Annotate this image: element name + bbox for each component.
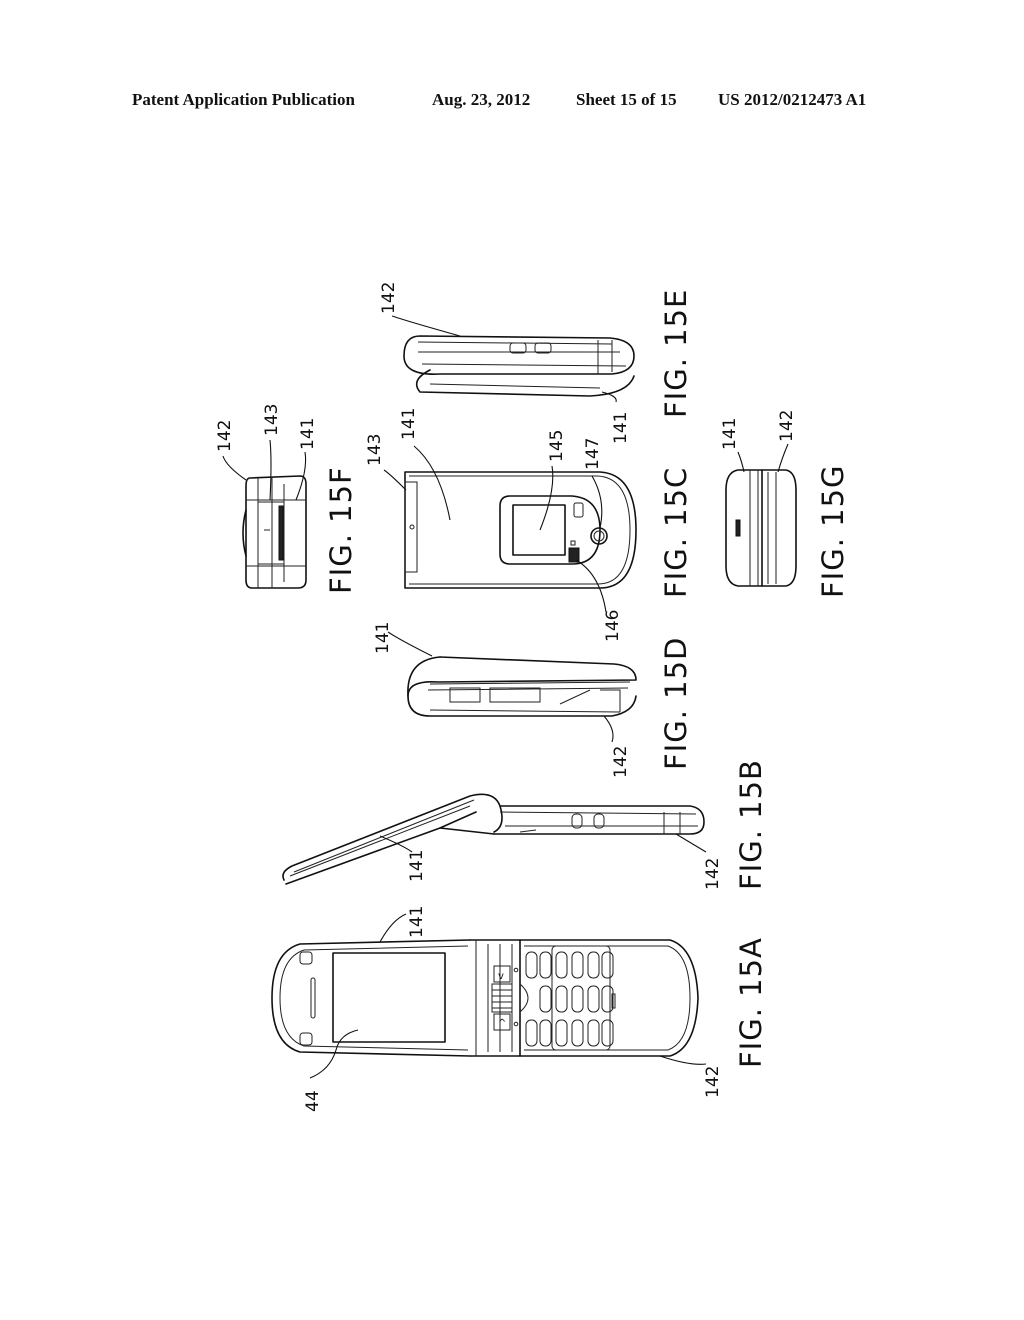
keypad-key xyxy=(571,1019,584,1047)
phone-open-side-view xyxy=(282,793,705,885)
ref-142-f: 142 xyxy=(215,420,247,481)
indicator-slot xyxy=(573,502,584,518)
svg-text:44: 44 xyxy=(303,1090,323,1112)
ref-142-g: 142 xyxy=(777,410,797,473)
keypad-key xyxy=(525,1019,538,1047)
ref-141-a: 141 xyxy=(379,906,427,943)
phone-side-view-e xyxy=(403,335,635,397)
lower-corner-key xyxy=(299,1032,313,1046)
svg-text:141: 141 xyxy=(720,418,740,450)
svg-text:145: 145 xyxy=(547,430,567,462)
svg-text:141: 141 xyxy=(373,622,393,654)
keypad-key xyxy=(587,951,600,979)
ref-141-b: 141 xyxy=(379,835,427,882)
ref-142-d: 142 xyxy=(603,715,631,778)
ref-141-d: 141 xyxy=(373,622,433,657)
keypad-key xyxy=(555,985,568,1013)
svg-text:142: 142 xyxy=(611,746,631,778)
ref-145-c: 145 xyxy=(539,430,567,531)
patent-drawing-sheet: 142 143 141 FIG. 15F 143 141 145 147 146… xyxy=(215,282,850,1112)
figure-15e: 142 141 FIG. 15E xyxy=(379,282,693,444)
figure-15c: 143 141 145 147 146 FIG. 15C xyxy=(365,408,693,642)
figure-15b: 141 142 FIG. 15B xyxy=(282,759,768,890)
svg-text:142: 142 xyxy=(215,420,235,452)
keypad-key xyxy=(601,1019,614,1047)
svg-text:v: v xyxy=(498,971,504,982)
keypad-key xyxy=(525,951,538,979)
svg-text:142: 142 xyxy=(379,282,399,314)
sub-display-145 xyxy=(512,504,566,556)
svg-text:146: 146 xyxy=(603,610,623,642)
phone-tip-end-view xyxy=(725,469,797,587)
keypad-key xyxy=(539,951,552,979)
figure-15f: 142 143 141 FIG. 15F xyxy=(215,404,358,594)
svg-text:141: 141 xyxy=(399,408,419,440)
ref-141-c: 141 xyxy=(399,408,451,521)
keypad-key xyxy=(539,985,552,1013)
figure-label-15d: FIG. 15D xyxy=(659,637,693,770)
svg-text:142: 142 xyxy=(703,1066,723,1098)
figure-15d: 141 142 FIG. 15D xyxy=(373,622,693,778)
ref-146-c: 146 xyxy=(575,559,623,642)
keypad-key xyxy=(587,1019,600,1047)
upper-housing-141 xyxy=(271,939,471,1057)
figure-label-15a: FIG. 15A xyxy=(734,937,768,1068)
ref-142-e: 142 xyxy=(379,282,461,337)
main-display-44 xyxy=(332,952,446,1043)
keypad-key xyxy=(601,985,614,1013)
ref-147-c: 147 xyxy=(583,438,603,529)
keypad-keys xyxy=(525,951,614,1047)
keypad-key xyxy=(587,985,600,1013)
figure-label-15g: FIG. 15G xyxy=(816,464,850,598)
ref-141-g: 141 xyxy=(720,418,745,473)
keypad-key xyxy=(539,1019,552,1047)
sub-display-panel xyxy=(499,495,608,565)
phone-hinge-end-view xyxy=(242,475,307,589)
ref-141-f: 141 xyxy=(295,418,318,501)
earpiece-slot xyxy=(310,977,316,1019)
keypad-key xyxy=(571,985,584,1013)
ref-141-e: 141 xyxy=(601,391,631,444)
svg-text:142: 142 xyxy=(777,410,797,442)
svg-text:141: 141 xyxy=(611,412,631,444)
svg-text:143: 143 xyxy=(262,404,282,436)
lower-housing-142 xyxy=(519,939,699,1057)
keypad-key xyxy=(571,951,584,979)
ref-142-b: 142 xyxy=(675,833,723,890)
svg-text:141: 141 xyxy=(407,850,427,882)
keypad-key xyxy=(555,951,568,979)
figure-label-15f: FIG. 15F xyxy=(324,466,358,594)
figure-15g: 141 142 FIG. 15G xyxy=(720,410,850,598)
figure-label-15b: FIG. 15B xyxy=(734,759,768,890)
svg-text:^: ^ xyxy=(498,1018,506,1029)
figure-label-15e: FIG. 15E xyxy=(659,289,693,418)
upper-corner-key xyxy=(299,951,313,965)
phone-side-view-d xyxy=(407,656,637,717)
svg-text:143: 143 xyxy=(365,434,385,466)
keypad-panel xyxy=(551,945,611,1051)
keypad-key xyxy=(555,1019,568,1047)
hinge-area: v ^ xyxy=(469,939,529,1057)
svg-text:147: 147 xyxy=(583,438,603,470)
phone-outer-face xyxy=(404,471,637,589)
figure-15a: v ^ 141 44 142 FIG. 15A xyxy=(271,906,768,1112)
ref-143-c: 143 xyxy=(365,434,407,491)
speaker-grille-146 xyxy=(568,547,580,563)
svg-text:141: 141 xyxy=(407,906,427,938)
ref-142-a: 142 xyxy=(659,1055,723,1098)
figure-label-15c: FIG. 15C xyxy=(659,467,693,598)
keypad-key xyxy=(601,951,614,979)
svg-text:142: 142 xyxy=(703,858,723,890)
svg-text:141: 141 xyxy=(298,418,318,450)
